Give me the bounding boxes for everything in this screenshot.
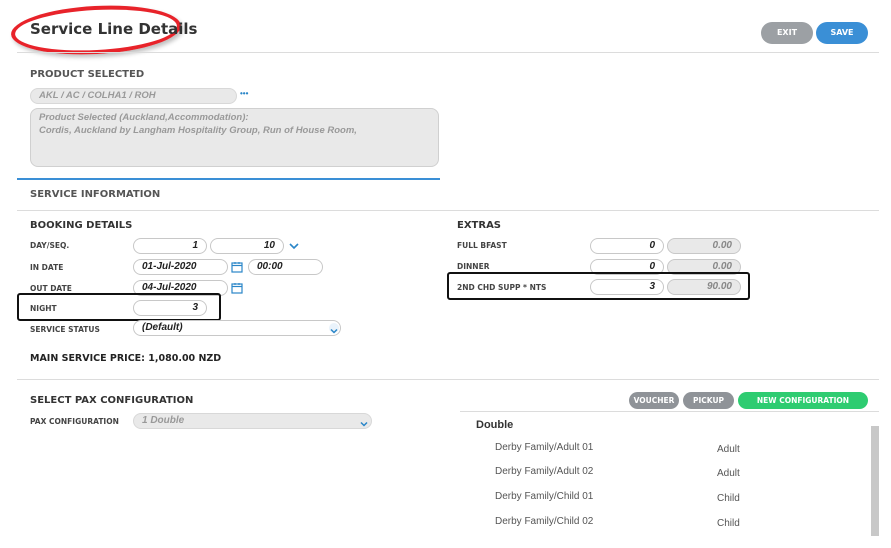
service-status-select[interactable]: (Default) (133, 320, 341, 336)
chevron-down-icon[interactable] (329, 323, 339, 334)
in-date-input[interactable]: 01-Jul-2020 (133, 259, 228, 275)
header-divider (17, 52, 879, 53)
out-date-label: OUT DATE (30, 284, 72, 293)
extra-label-full-bfast: FULL BFAST (457, 241, 507, 250)
voucher-button[interactable]: VOUCHER (629, 392, 679, 409)
extra-amount-full-bfast: 0.00 (667, 238, 741, 254)
pax-group-title: Double (476, 419, 514, 431)
extra-qty-child-supp[interactable]: 3 (590, 279, 664, 295)
pax-config-select[interactable]: 1 Double (133, 413, 372, 429)
product-code-field[interactable]: AKL / AC / COLHA1 / ROH (30, 88, 237, 104)
pax-list-divider (460, 411, 879, 412)
pax-list-scrollbar[interactable] (871, 426, 879, 536)
new-configuration-button[interactable]: NEW CONFIGURATION (738, 392, 868, 409)
product-section-label: PRODUCT SELECTED (30, 69, 145, 80)
product-description-box: Product Selected (Auckland,Accommodation… (30, 108, 439, 167)
pax-member-type: Adult (717, 444, 740, 455)
exit-button[interactable]: EXIT (761, 22, 813, 44)
calendar-icon[interactable] (231, 281, 243, 294)
in-time-input[interactable]: 00:00 (248, 259, 323, 275)
chevron-down-icon[interactable] (359, 416, 369, 427)
extra-amount-child-supp: 90.00 (667, 279, 741, 295)
night-input[interactable]: 3 (133, 300, 207, 316)
pax-member-type: Adult (717, 468, 740, 479)
page-title: Service Line Details (30, 20, 198, 38)
pax-member-type: Child (717, 518, 740, 529)
service-status-label: SERVICE STATUS (30, 325, 100, 334)
in-date-label: IN DATE (30, 263, 64, 272)
day-seq-label: DAY/SEQ. (30, 241, 70, 250)
extras-title: EXTRAS (457, 220, 502, 231)
pax-member-name: Derby Family/Child 01 (495, 491, 594, 502)
pickup-button[interactable]: PICKUP (683, 392, 734, 409)
night-label: NIGHT (30, 304, 57, 313)
pax-divider (17, 379, 879, 380)
extra-label-child-supp: 2ND CHD SUPP * NTS (457, 283, 547, 292)
pax-config-title: SELECT PAX CONFIGURATION (30, 395, 194, 406)
chevron-down-icon[interactable] (288, 239, 300, 251)
extra-qty-full-bfast[interactable]: 0 (590, 238, 664, 254)
day-input[interactable]: 1 (133, 238, 207, 254)
pax-config-label: PAX CONFIGURATION (30, 417, 119, 426)
save-button[interactable]: SAVE (816, 22, 868, 44)
pax-member-name: Derby Family/Adult 02 (495, 466, 594, 477)
product-description-line2: Cordis, Auckland by Langham Hospitality … (39, 125, 357, 136)
pax-member-name: Derby Family/Child 02 (495, 516, 594, 527)
service-information-label: SERVICE INFORMATION (30, 189, 161, 200)
extra-label-dinner: DINNER (457, 262, 490, 271)
seq-input[interactable]: 10 (210, 238, 284, 254)
pax-member-type: Child (717, 493, 740, 504)
product-description-line1: Product Selected (Auckland,Accommodation… (39, 112, 249, 123)
tab-underline (17, 178, 440, 180)
booking-details-title: BOOKING DETAILS (30, 220, 133, 231)
more-options-icon[interactable]: ••• (240, 89, 248, 98)
service-divider (17, 210, 879, 211)
pax-member-name: Derby Family/Adult 01 (495, 442, 594, 453)
main-service-price: MAIN SERVICE PRICE: 1,080.00 NZD (30, 353, 222, 364)
calendar-icon[interactable] (231, 260, 243, 273)
